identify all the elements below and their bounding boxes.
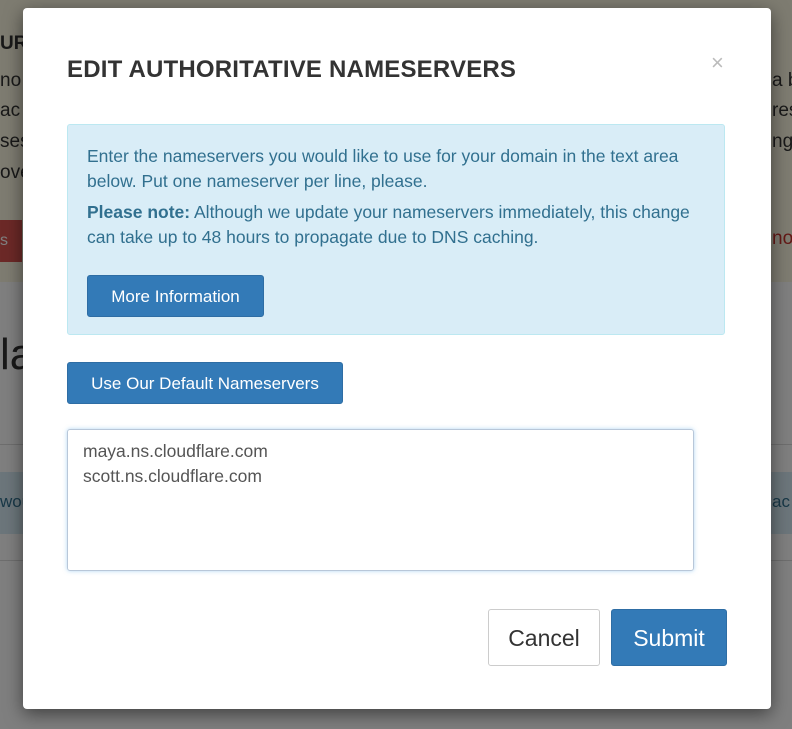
modal-title: EDIT AUTHORITATIVE NAMESERVERS xyxy=(67,56,517,83)
info-alert: Enter the nameservers you would like to … xyxy=(67,124,725,335)
info-instructions: Enter the nameservers you would like to … xyxy=(87,146,679,191)
nameserver-line: scott.ns.cloudflare.com xyxy=(83,466,262,486)
submit-button[interactable]: Submit xyxy=(611,609,727,666)
nameserver-line: maya.ns.cloudflare.com xyxy=(83,441,268,461)
info-note-label: Please note: xyxy=(87,202,191,222)
info-note: Please note: Although we update your nam… xyxy=(87,200,707,250)
close-icon[interactable]: × xyxy=(711,50,724,76)
cancel-button[interactable]: Cancel xyxy=(488,609,600,666)
more-information-button[interactable]: More Information xyxy=(87,275,264,317)
nameservers-textarea[interactable]: maya.ns.cloudflare.com scott.ns.cloudfla… xyxy=(67,429,694,571)
edit-nameservers-modal: EDIT AUTHORITATIVE NAMESERVERS × Enter t… xyxy=(23,8,771,709)
use-default-nameservers-button[interactable]: Use Our Default Nameservers xyxy=(67,362,343,404)
